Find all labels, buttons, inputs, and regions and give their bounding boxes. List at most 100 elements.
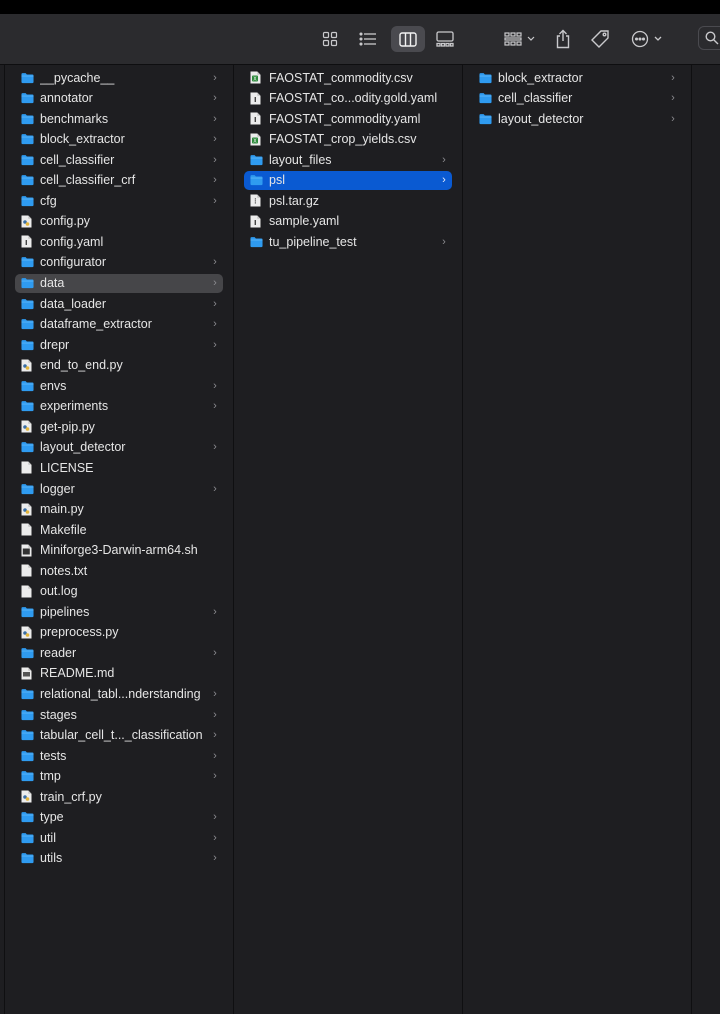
list-item-makefile[interactable]: Makefile <box>15 520 223 539</box>
list-item-out-log[interactable]: out.log <box>15 582 223 601</box>
chevron-right-icon: › <box>213 92 217 105</box>
list-item-config-yaml[interactable]: config.yaml <box>15 232 223 251</box>
doc-file-icon <box>21 585 34 598</box>
list-item-relational-tabl-nderstanding[interactable]: relational_tabl...nderstanding › <box>15 685 223 704</box>
chevron-right-icon: › <box>213 605 217 618</box>
list-item-preprocess-py[interactable]: preprocess.py <box>15 623 223 642</box>
list-item-faostat-commodity-yaml[interactable]: FAOSTAT_commodity.yaml <box>244 109 452 128</box>
list-item-faostat-crop-yields-csv[interactable]: X FAOSTAT_crop_yields.csv <box>244 130 452 149</box>
list-item-notes-txt[interactable]: notes.txt <box>15 561 223 580</box>
python-file-icon <box>21 790 34 803</box>
chevron-right-icon: › <box>213 482 217 495</box>
python-file-icon <box>21 420 34 433</box>
list-item-cell-classifier[interactable]: cell_classifier › <box>473 89 681 108</box>
list-item-train-crf-py[interactable]: train_crf.py <box>15 787 223 806</box>
chevron-right-icon: › <box>213 256 217 269</box>
list-item-config-py[interactable]: config.py <box>15 212 223 231</box>
chevron-right-icon: › <box>213 112 217 125</box>
item-label: preprocess.py <box>40 625 119 640</box>
list-item-readme-md[interactable]: README.md <box>15 664 223 683</box>
csv-file-icon: X <box>250 71 263 84</box>
gallery-view-button[interactable] <box>433 26 457 52</box>
item-label: layout_detector <box>40 440 126 455</box>
list-item-sample-yaml[interactable]: sample.yaml <box>244 212 452 231</box>
folder-icon <box>250 235 263 248</box>
chevron-right-icon: › <box>213 749 217 762</box>
list-item-end-to-end-py[interactable]: end_to_end.py <box>15 356 223 375</box>
folder-icon <box>21 811 34 824</box>
list-item-dataframe-extractor[interactable]: dataframe_extractor › <box>15 315 223 334</box>
list-item-reader[interactable]: reader › <box>15 643 223 662</box>
tag-button[interactable] <box>588 26 612 52</box>
list-item-configurator[interactable]: configurator › <box>15 253 223 272</box>
list-item-psl[interactable]: psl › <box>244 170 452 190</box>
list-item-drepr[interactable]: drepr › <box>15 335 223 354</box>
item-label: relational_tabl...nderstanding <box>40 687 201 701</box>
folder-icon <box>479 71 492 84</box>
folder-icon <box>250 153 263 166</box>
list-item-annotator[interactable]: annotator › <box>15 89 223 108</box>
list-item-experiments[interactable]: experiments › <box>15 397 223 416</box>
yaml-file-icon <box>250 112 263 125</box>
column-browser: __pycache__ › annotator › benchmarks › block_e… <box>0 65 720 1014</box>
list-item-block-extractor[interactable]: block_extractor › <box>473 68 681 87</box>
list-item-type[interactable]: type › <box>15 808 223 827</box>
chevron-right-icon: › <box>213 852 217 865</box>
list-item-util[interactable]: util › <box>15 828 223 847</box>
folder-icon <box>21 153 34 166</box>
list-item-tmp[interactable]: tmp › <box>15 767 223 786</box>
folder-icon <box>21 194 34 207</box>
item-label: FAOSTAT_co...odity.gold.yaml <box>269 91 438 106</box>
item-label: config.py <box>40 214 91 229</box>
list-item-tests[interactable]: tests › <box>15 746 223 765</box>
column-view-button[interactable] <box>391 26 425 52</box>
list-item-block-extractor[interactable]: block_extractor › <box>15 130 223 149</box>
list-item-pipelines[interactable]: pipelines › <box>15 602 223 621</box>
list-item-layout-files[interactable]: layout_files › <box>244 150 452 169</box>
list-item-stages[interactable]: stages › <box>15 705 223 724</box>
list-item-tu-pipeline-test[interactable]: tu_pipeline_test › <box>244 232 452 251</box>
share-button[interactable] <box>552 26 574 52</box>
list-item-miniforge3-darwin-arm64-sh[interactable]: Miniforge3-Darwin-arm64.sh <box>15 541 223 560</box>
list-item-data[interactable]: data › <box>15 273 223 293</box>
chevron-right-icon: › <box>213 133 217 146</box>
list-item-license[interactable]: LICENSE <box>15 458 223 477</box>
icon-view-button[interactable] <box>319 26 341 52</box>
item-label: cell_classifier <box>498 91 573 106</box>
folder-icon <box>21 133 34 146</box>
chevron-right-icon: › <box>213 831 217 844</box>
list-item-logger[interactable]: logger › <box>15 479 223 498</box>
list-item-benchmarks[interactable]: benchmarks › <box>15 109 223 128</box>
search-button[interactable] <box>698 26 720 50</box>
item-label: LICENSE <box>40 460 94 475</box>
list-item-cfg[interactable]: cfg › <box>15 191 223 210</box>
list-item-cell-classifier[interactable]: cell_classifier › <box>15 150 223 169</box>
more-button[interactable] <box>628 26 666 52</box>
list-item-pycache[interactable]: __pycache__ › <box>15 68 223 87</box>
list-item-data-loader[interactable]: data_loader › <box>15 294 223 313</box>
yaml-file-icon <box>250 215 263 228</box>
list-item-faostat-commodity-csv[interactable]: X FAOSTAT_commodity.csv <box>244 68 452 87</box>
list-item-cell-classifier-crf[interactable]: cell_classifier_crf › <box>15 171 223 190</box>
list-item-psl-tar-gz[interactable]: psl.tar.gz <box>244 191 452 210</box>
item-label: pipelines <box>40 604 90 619</box>
python-file-icon <box>21 503 34 516</box>
folder-icon <box>21 71 34 84</box>
item-label: logger <box>40 481 75 496</box>
list-item-main-py[interactable]: main.py <box>15 500 223 519</box>
list-item-envs[interactable]: envs › <box>15 376 223 395</box>
list-item-utils[interactable]: utils › <box>15 849 223 868</box>
group-button[interactable] <box>500 26 540 52</box>
list-item-get-pip-py[interactable]: get-pip.py <box>15 417 223 436</box>
list-item-layout-detector[interactable]: layout_detector › <box>473 109 681 128</box>
list-item-layout-detector[interactable]: layout_detector › <box>15 438 223 457</box>
column-1: __pycache__ › annotator › benchmarks › block_e… <box>4 65 234 1014</box>
item-label: Makefile <box>40 522 87 537</box>
chevron-right-icon: › <box>213 338 217 351</box>
list-item-faostat-co-odity-gold-yaml[interactable]: FAOSTAT_co...odity.gold.yaml <box>244 89 452 108</box>
list-item-tabular-cell-t-classification[interactable]: tabular_cell_t..._classification › <box>15 726 223 745</box>
folder-icon <box>21 277 34 290</box>
item-label: __pycache__ <box>40 70 115 85</box>
list-view-button[interactable] <box>356 26 380 52</box>
chevron-right-icon: › <box>442 153 446 166</box>
